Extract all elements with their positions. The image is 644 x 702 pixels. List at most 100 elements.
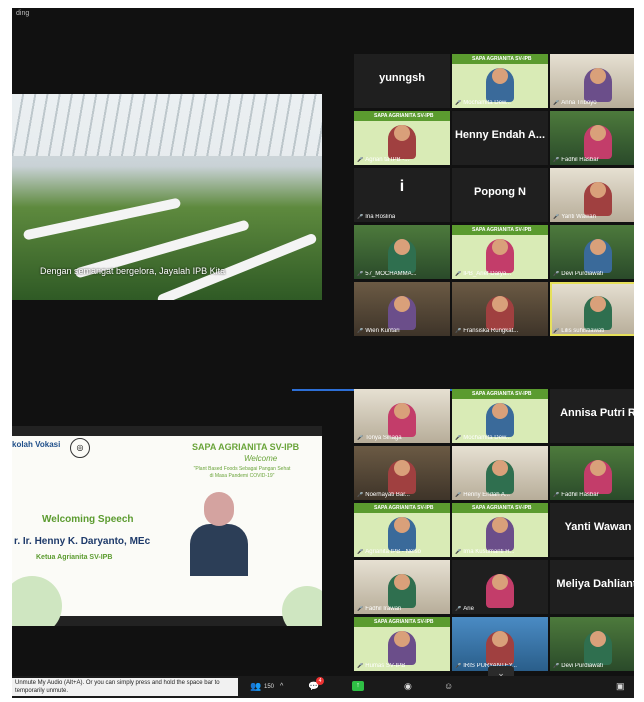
share-screen-icon[interactable]: ↑ <box>352 681 364 691</box>
participant-video <box>388 574 416 608</box>
participant-tile[interactable]: Irna Kusumanti H... <box>452 503 548 557</box>
participant-tile[interactable]: Henny Endah A... <box>452 111 548 165</box>
participant-video <box>388 239 416 273</box>
participant-video <box>486 574 514 608</box>
speaker-photo <box>184 486 254 576</box>
participant-video <box>388 125 416 159</box>
end-icon[interactable]: ▣ <box>616 681 625 692</box>
participant-tile[interactable]: Fadhil Irawan <box>354 560 450 614</box>
participant-tile[interactable]: Fransiska Rungkat... <box>452 282 548 336</box>
participant-display-name: Popong N <box>474 186 526 198</box>
participant-name-label: Humas SV-IPB <box>357 663 405 669</box>
participant-tile[interactable]: IPB_Arief Darya... <box>452 225 548 279</box>
participant-tile[interactable]: Mochamita Dew... <box>452 54 548 108</box>
participant-name-label: Lilis suhistiawati <box>553 328 604 334</box>
slide-brand: SAPA AGRIANITA SV-IPB <box>192 442 300 452</box>
participant-name-label: Devi Purdiawati <box>553 663 603 669</box>
shared-screen-bottom[interactable]: kolah Vokasi ◎ SAPA AGRIANITA SV-IPB Wel… <box>12 426 322 626</box>
participant-tile[interactable]: Tonya Sinaga <box>354 389 450 443</box>
participant-tile[interactable]: Agrian ta IPB -... <box>354 111 450 165</box>
participant-video <box>388 403 416 437</box>
participant-tile[interactable]: Noerhayati Bar... <box>354 446 450 500</box>
participant-display-name: Yanti Wawan <box>564 521 632 533</box>
participant-video <box>486 460 514 494</box>
participant-name-label: Fadhil Hasbar <box>553 157 598 163</box>
participant-tile[interactable]: Yanti Wawan <box>550 168 634 222</box>
participant-name-label: Anna Triboyo <box>553 100 596 106</box>
participant-tile[interactable]: Devi Purdiawati <box>550 617 634 671</box>
participant-tile[interactable]: Wien Kuntari <box>354 282 450 336</box>
participant-tile[interactable]: Yanti Wawan <box>550 503 634 557</box>
participant-video <box>486 631 514 665</box>
participant-video <box>388 517 416 551</box>
participant-video <box>388 460 416 494</box>
participants-icon[interactable]: 👥 <box>250 681 261 692</box>
ipb-seal-icon: ◎ <box>70 438 90 458</box>
participant-name-label: Mochamita Dew... <box>455 435 511 441</box>
participant-display-name: Meliya Dahlianti <box>556 578 634 590</box>
participant-video <box>388 631 416 665</box>
chevron-up-icon[interactable]: ^ <box>280 683 283 690</box>
greenhouse-video: Dengan semangat bergelora, Jayalah IPB K… <box>12 94 322 300</box>
participant-display-name: Henny Endah A... <box>454 129 546 141</box>
record-icon[interactable]: ◉ <box>404 681 412 692</box>
participant-tile[interactable]: Henny Endah A... <box>452 446 548 500</box>
participant-tile[interactable]: Mochamita Dew... <box>452 389 548 443</box>
reactions-icon[interactable]: ☺ <box>444 681 453 691</box>
participant-name-label: 57_MOCHAMMA... <box>357 271 416 277</box>
participant-tile[interactable]: Fadhil Hasbar <box>550 446 634 500</box>
participant-name-label: Fadhil Irawan <box>357 606 401 612</box>
zoom-window: ding Dengan semangat bergelora, Jayalah … <box>12 8 634 698</box>
participant-tile[interactable]: Arie <box>452 560 548 614</box>
meeting-toolbar: Unmute My Audio (Alt+A). Or you can simp… <box>12 676 634 698</box>
participant-tile[interactable]: yunngsh <box>354 54 450 108</box>
participant-name-label: Mochamita Dew... <box>455 100 511 106</box>
participant-video <box>388 296 416 330</box>
participant-name-label: Arie <box>455 606 474 612</box>
slide-welcome: Welcome <box>244 454 278 463</box>
participant-tile[interactable]: Lilis suhistiawati <box>550 282 634 336</box>
participant-tile[interactable]: Humas SV-IPB <box>354 617 450 671</box>
participant-tile[interactable]: Annisa Putri R <box>550 389 634 443</box>
participant-name-label: Henny Endah A... <box>455 492 510 498</box>
participant-name-label: IPB_Arief Darya... <box>455 271 511 277</box>
participant-video <box>486 517 514 551</box>
participant-display-name: i <box>399 178 405 195</box>
participant-video <box>584 182 612 216</box>
slide-speaker-role: Ketua Agrianita SV-IPB <box>36 554 113 561</box>
participant-tile[interactable]: IRIS PURYANTEY... <box>452 617 548 671</box>
participant-name-label: Fadhil Hasbar <box>553 492 598 498</box>
participant-tile[interactable]: i Ina Roslina <box>354 168 450 222</box>
shared-screen-top[interactable]: Dengan semangat bergelora, Jayalah IPB K… <box>12 94 322 300</box>
participant-name-label: Fransiska Rungkat... <box>455 328 518 334</box>
participant-video <box>486 403 514 437</box>
participant-video <box>486 239 514 273</box>
slide-speech-title: Welcoming Speech <box>42 514 134 525</box>
participant-video <box>584 460 612 494</box>
slide-speaker-name: r. Ir. Henny K. Daryanto, MEc <box>14 536 151 547</box>
participant-name-label: Agrian ta IPB -... <box>357 157 409 163</box>
participant-video <box>584 296 612 330</box>
participant-tile[interactable]: Fadhil Hasbar <box>550 111 634 165</box>
unmute-hint-tooltip: Unmute My Audio (Alt+A). Or you can simp… <box>12 678 238 696</box>
participant-name-label: Devi Purdiawati <box>553 271 603 277</box>
participant-tile[interactable]: Anna Triboyo <box>550 54 634 108</box>
presentation-slide: kolah Vokasi ◎ SAPA AGRIANITA SV-IPB Wel… <box>12 436 322 626</box>
participant-tile[interactable]: Popong N <box>452 168 548 222</box>
participant-tile[interactable]: Agrianita IPB - Nelso <box>354 503 450 557</box>
slide-theme: "Plant Based Foods Sebagai Pangan Sehat … <box>193 466 291 479</box>
participant-name-label: Noerhayati Bar... <box>357 492 410 498</box>
school-logo-text: kolah Vokasi <box>12 440 61 449</box>
participant-video <box>584 631 612 665</box>
participants-count: 150 <box>264 684 275 690</box>
participant-name-label: Yanti Wawan <box>553 214 596 220</box>
video-caption: Dengan semangat bergelora, Jayalah IPB K… <box>40 266 226 276</box>
participant-tile[interactable]: Meliya Dahlianti <box>550 560 634 614</box>
participant-tile[interactable]: 57_MOCHAMMA... <box>354 225 450 279</box>
participant-video <box>486 68 514 102</box>
participant-display-name: Annisa Putri R <box>560 407 634 419</box>
participant-video <box>584 125 612 159</box>
participant-name-label: Wien Kuntari <box>357 328 399 334</box>
participant-tile[interactable]: Devi Purdiawati <box>550 225 634 279</box>
participant-name-label: Agrianita IPB - Nelso <box>357 549 421 555</box>
